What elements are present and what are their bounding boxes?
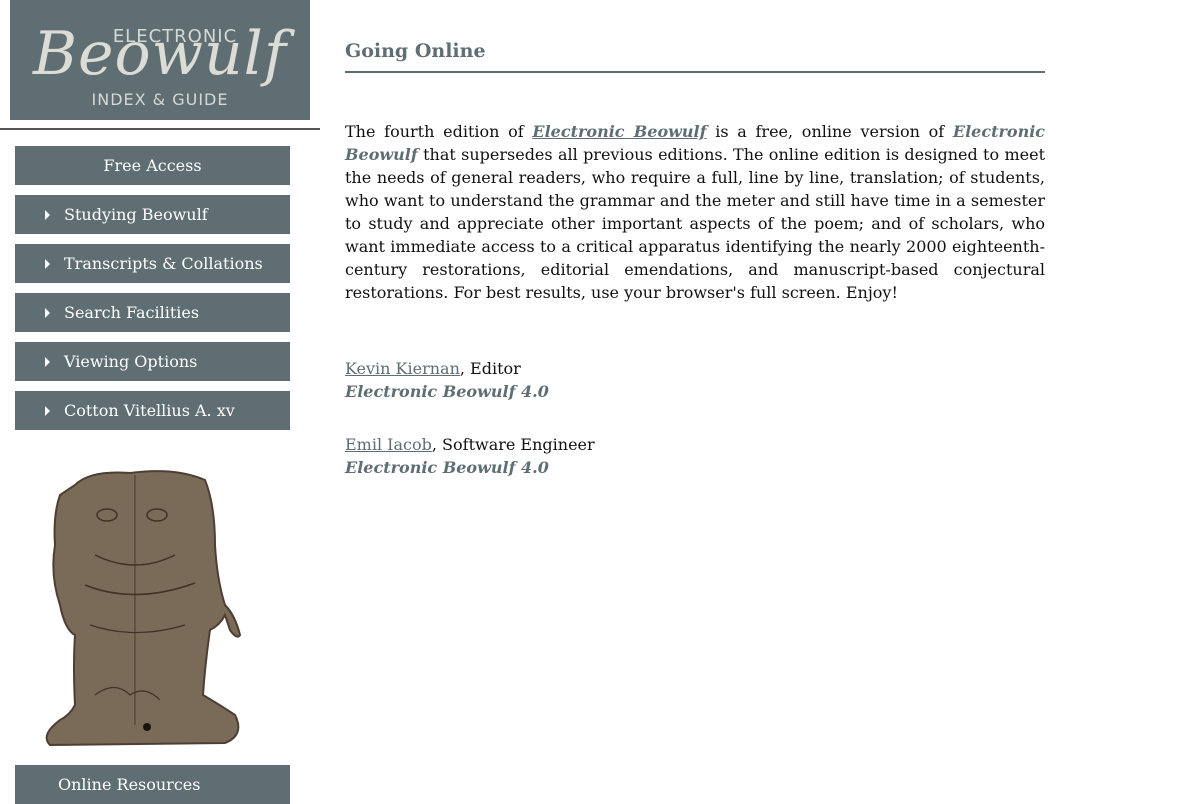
credit-role: , Software Engineer xyxy=(431,435,595,454)
manuscript-figure-illustration xyxy=(45,470,242,747)
caret-right-icon xyxy=(45,259,50,269)
free-access-button[interactable]: Free Access xyxy=(15,146,290,185)
credit-role: , Editor xyxy=(459,359,521,378)
nav-item-label: Viewing Options xyxy=(64,352,198,371)
nav-item-label: Search Facilities xyxy=(64,303,200,322)
site-logo[interactable]: ELECTRONIC Beowulf INDEX & GUIDE xyxy=(10,0,310,120)
nav-item-transcripts-collations[interactable]: Transcripts & Collations xyxy=(15,244,290,283)
online-resources-label: Online Resources xyxy=(58,775,201,794)
logo-bottom-text: INDEX & GUIDE xyxy=(91,90,229,109)
online-resources-button[interactable]: Online Resources xyxy=(15,765,290,804)
nav-item-label: Transcripts & Collations xyxy=(64,254,263,273)
caret-right-icon xyxy=(45,357,50,367)
free-access-label: Free Access xyxy=(103,156,202,175)
intro-paragraph: The fourth edition of Electronic Beowulf… xyxy=(345,120,1045,304)
emil-iacob-link[interactable]: Emil Iacob xyxy=(345,435,432,454)
caret-right-icon xyxy=(45,406,50,416)
nav-item-search-facilities[interactable]: Search Facilities xyxy=(15,293,290,332)
nav-item-cotton-vitellius[interactable]: Cotton Vitellius A. xv xyxy=(15,391,290,430)
nav-item-label: Cotton Vitellius A. xv xyxy=(64,401,235,420)
nav-item-label: Studying Beowulf xyxy=(64,205,208,224)
para-text-3: that supersedes all previous editions. T… xyxy=(345,145,1045,302)
caret-right-icon xyxy=(45,308,50,318)
main-content: Going Online The fourth edition of Elect… xyxy=(345,40,1045,479)
credit-edition: Electronic Beowulf 4.0 xyxy=(345,382,549,401)
nav-item-viewing-options[interactable]: Viewing Options xyxy=(15,342,290,381)
caret-right-icon xyxy=(45,210,50,220)
page-title: Going Online xyxy=(345,40,1045,73)
credit-engineer: Emil Iacob, Software Engineer Electronic… xyxy=(345,433,1045,479)
sidebar-divider xyxy=(0,128,320,130)
logo-main-text: Beowulf xyxy=(32,19,288,89)
nav-item-studying-beowulf[interactable]: Studying Beowulf xyxy=(15,195,290,234)
kevin-kiernan-link[interactable]: Kevin Kiernan xyxy=(345,359,460,378)
credit-editor: Kevin Kiernan, Editor Electronic Beowulf… xyxy=(345,357,1045,403)
electronic-beowulf-link[interactable]: Electronic Beowulf xyxy=(532,122,706,141)
para-text-1: The fourth edition of xyxy=(345,122,533,141)
para-text-2: is a free, online version of xyxy=(706,122,953,141)
credit-edition: Electronic Beowulf 4.0 xyxy=(345,458,549,477)
